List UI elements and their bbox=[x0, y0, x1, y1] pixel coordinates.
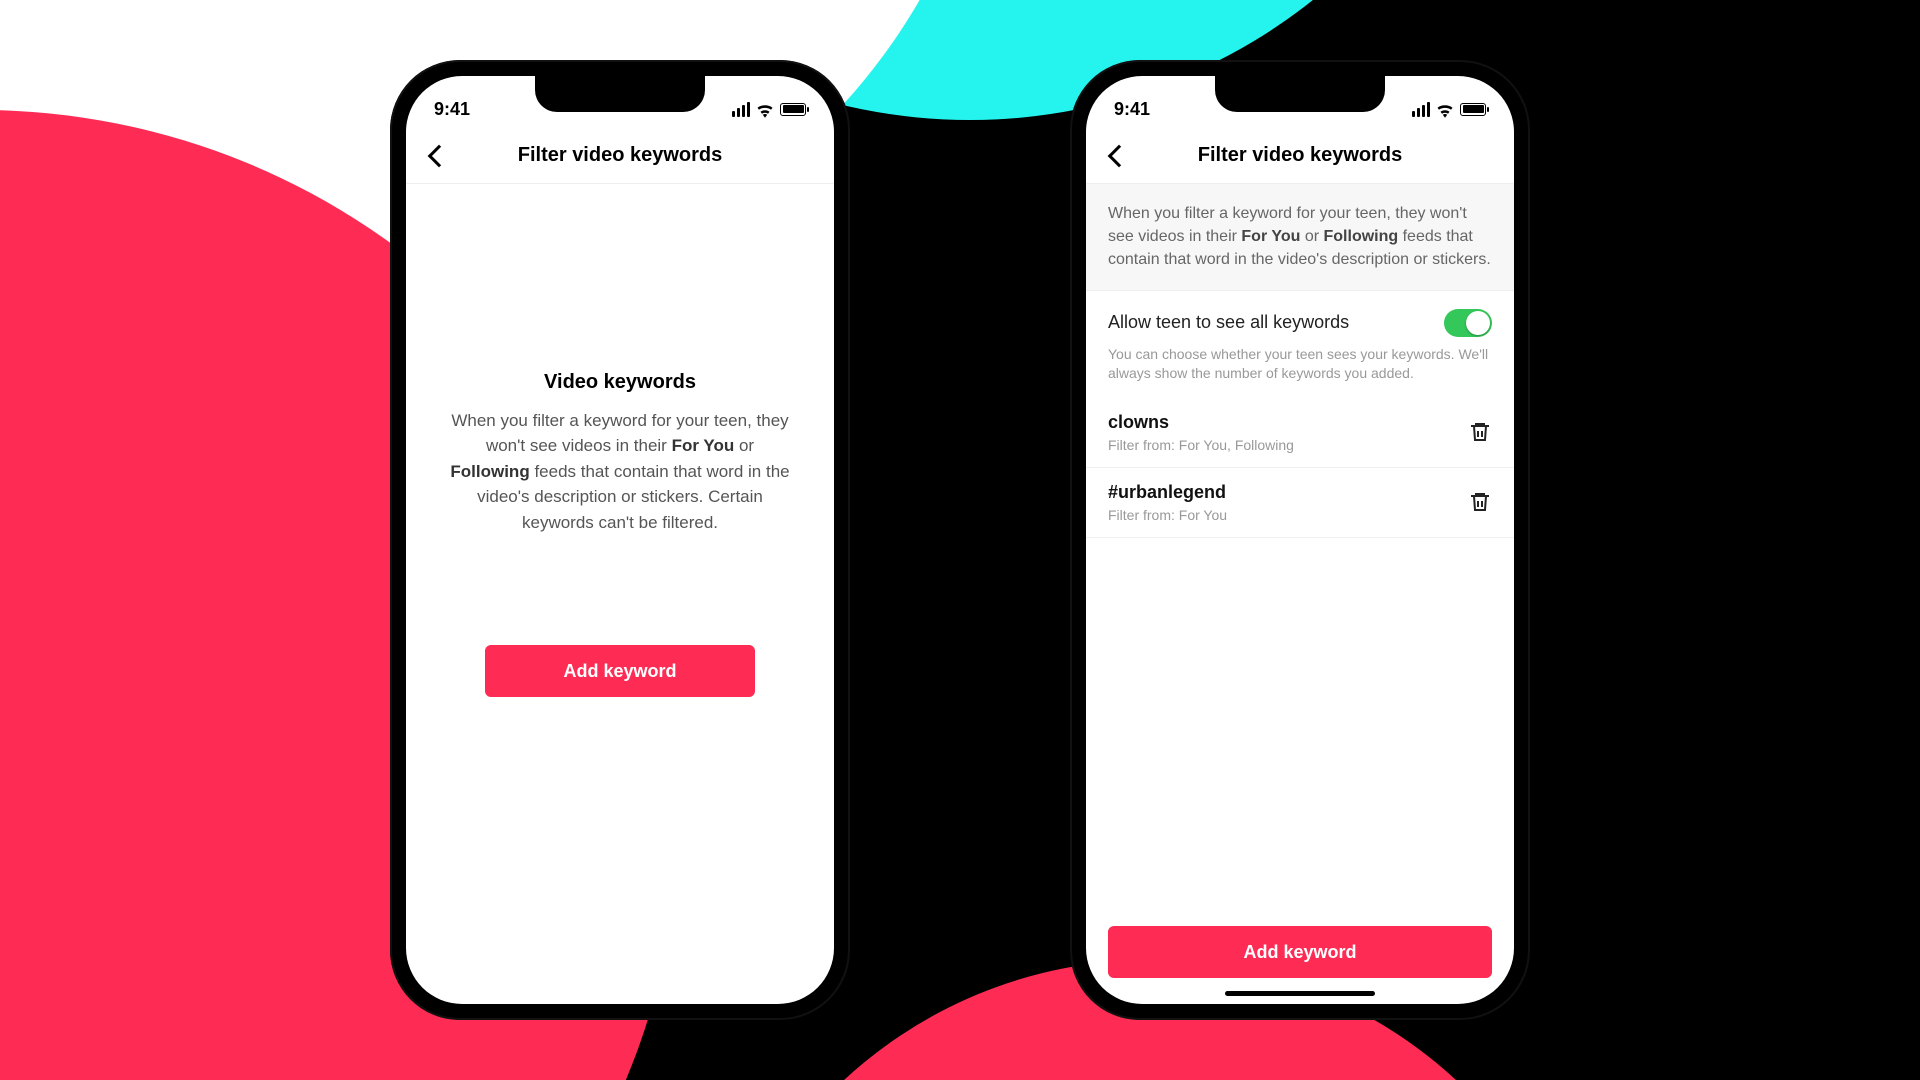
delete-keyword-button[interactable] bbox=[1468, 490, 1492, 514]
notch bbox=[535, 76, 705, 112]
wifi-icon bbox=[756, 102, 774, 116]
toggle-label: Allow teen to see all keywords bbox=[1108, 312, 1349, 333]
phone-empty-state: 9:41 Filter video keywords Video keyword… bbox=[390, 60, 850, 1020]
keyword-sub: Filter from: For You bbox=[1108, 507, 1227, 523]
keyword-row: clowns Filter from: For You, Following bbox=[1086, 398, 1514, 468]
toggle-knob bbox=[1466, 311, 1490, 335]
page-title: Filter video keywords bbox=[1198, 144, 1403, 167]
nav-header: Filter video keywords bbox=[406, 128, 834, 184]
keyword-text: #urbanlegend bbox=[1108, 482, 1227, 503]
status-icons bbox=[1412, 102, 1486, 117]
delete-keyword-button[interactable] bbox=[1468, 420, 1492, 444]
cellular-icon bbox=[1412, 102, 1430, 117]
page-title: Filter video keywords bbox=[518, 144, 723, 167]
battery-icon bbox=[780, 103, 806, 116]
chevron-left-icon bbox=[428, 144, 451, 167]
status-time: 9:41 bbox=[1114, 99, 1150, 120]
spacer bbox=[1086, 538, 1514, 926]
screen: 9:41 Filter video keywords When you filt… bbox=[1086, 76, 1514, 1004]
keyword-text: clowns bbox=[1108, 412, 1294, 433]
notch bbox=[1215, 76, 1385, 112]
add-keyword-button[interactable]: Add keyword bbox=[1108, 926, 1492, 978]
status-time: 9:41 bbox=[434, 99, 470, 120]
allow-teen-toggle-row: Allow teen to see all keywords You can c… bbox=[1086, 291, 1514, 398]
back-button[interactable] bbox=[424, 141, 454, 171]
keyword-sub: Filter from: For You, Following bbox=[1108, 437, 1294, 453]
chevron-left-icon bbox=[1108, 144, 1131, 167]
battery-icon bbox=[1460, 103, 1486, 116]
keyword-row: #urbanlegend Filter from: For You bbox=[1086, 468, 1514, 538]
empty-state: Video keywords When you filter a keyword… bbox=[406, 184, 834, 1004]
screen: 9:41 Filter video keywords Video keyword… bbox=[406, 76, 834, 1004]
trash-icon bbox=[1468, 420, 1492, 444]
empty-description: When you filter a keyword for your teen,… bbox=[446, 408, 794, 536]
wifi-icon bbox=[1436, 102, 1454, 116]
allow-teen-toggle[interactable] bbox=[1444, 309, 1492, 337]
phone-keyword-list: 9:41 Filter video keywords When you filt… bbox=[1070, 60, 1530, 1020]
status-icons bbox=[732, 102, 806, 117]
cellular-icon bbox=[732, 102, 750, 117]
toggle-sublabel: You can choose whether your teen sees yo… bbox=[1108, 345, 1492, 384]
phones-container: 9:41 Filter video keywords Video keyword… bbox=[0, 0, 1920, 1080]
back-button[interactable] bbox=[1104, 141, 1134, 171]
add-keyword-button[interactable]: Add keyword bbox=[485, 645, 755, 697]
info-description: When you filter a keyword for your teen,… bbox=[1086, 184, 1514, 291]
nav-header: Filter video keywords bbox=[1086, 128, 1514, 184]
trash-icon bbox=[1468, 490, 1492, 514]
empty-title: Video keywords bbox=[544, 371, 696, 394]
home-indicator bbox=[1225, 991, 1375, 996]
